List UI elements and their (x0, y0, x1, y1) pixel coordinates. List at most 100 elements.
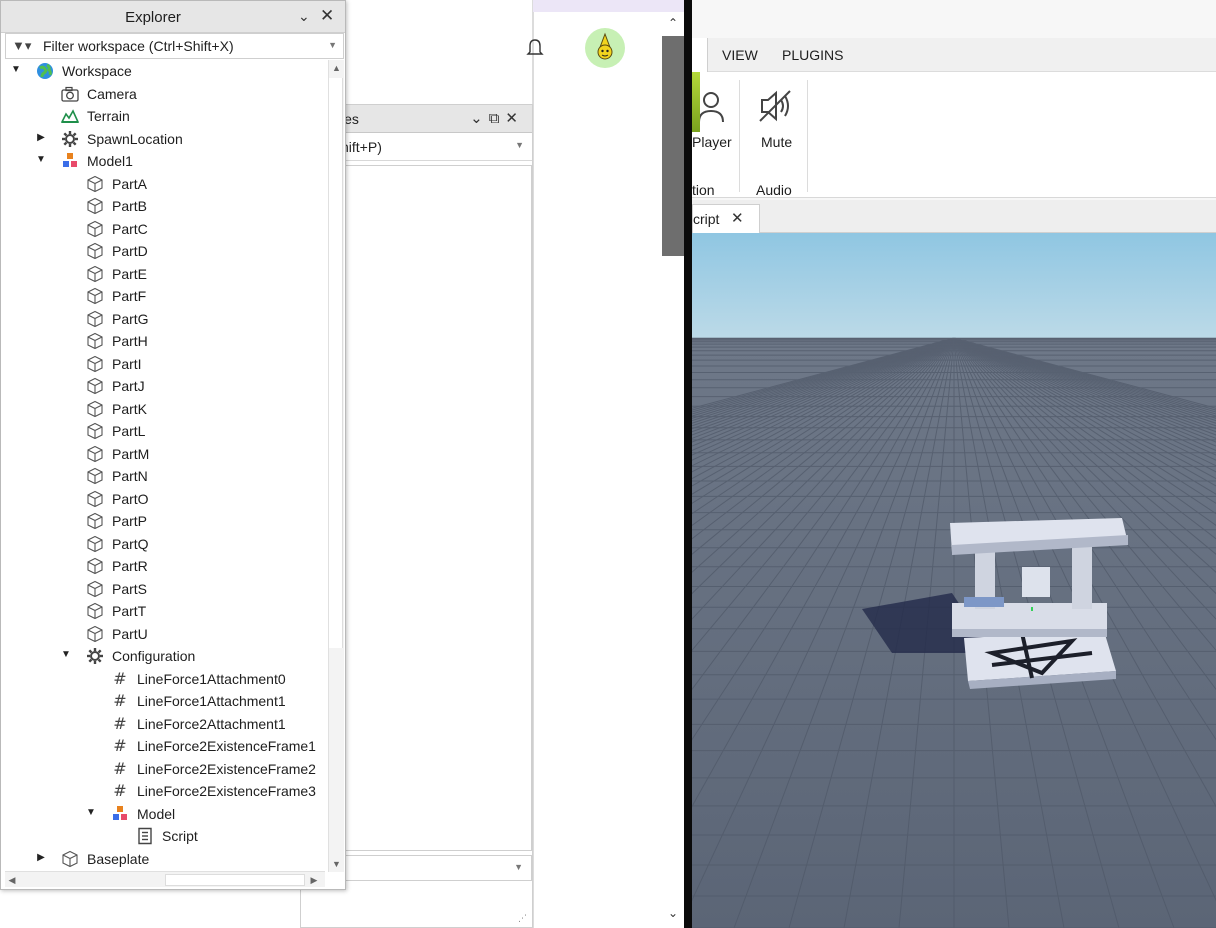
explorer-panel: Explorer ⌄ ✕ ▼▾ Filter workspace (Ctrl+S… (0, 0, 346, 890)
filter-icon[interactable]: ▼▾ (12, 38, 31, 54)
explorer-horizontal-scrollbar[interactable]: ◀ ▶ (5, 871, 325, 887)
avatar[interactable] (585, 28, 625, 68)
part-icon (86, 175, 104, 193)
tree-item[interactable]: # LineForce2ExistenceFrame3 (1, 780, 328, 802)
scroll-down-icon[interactable]: ▼ (329, 856, 344, 872)
chevron-down-icon[interactable]: ⌄ (298, 8, 310, 25)
bell-icon[interactable] (525, 37, 545, 59)
tree-item[interactable]: # LineForce2Attachment1 (1, 713, 328, 735)
tree-item-label: Camera (87, 85, 137, 102)
tree-item[interactable]: # LineForce1Attachment1 (1, 690, 328, 712)
tree-item[interactable]: PartN (1, 465, 328, 487)
model-lower-bar-edge (952, 629, 1107, 637)
scrollbar-thumb[interactable] (329, 78, 343, 648)
explorer-vertical-scrollbar[interactable]: ▲ ▼ (328, 60, 344, 872)
tree-item-label: Script (162, 828, 198, 844)
tree-item[interactable]: PartM (1, 443, 328, 465)
tree-item-label: Model1 (87, 153, 133, 169)
chevron-down-icon[interactable]: ⌄ (666, 906, 680, 920)
undock-icon[interactable]: ⧉ (489, 110, 506, 127)
tree-item[interactable]: Terrain (1, 105, 328, 127)
tree-item[interactable]: PartG (1, 308, 328, 330)
part-icon (86, 422, 104, 440)
properties-filter-text: hift+P) (341, 139, 382, 155)
tree-item[interactable]: PartH (1, 330, 328, 352)
tree-item-label: PartK (112, 400, 148, 417)
close-icon[interactable]: ✕ (320, 6, 334, 26)
close-icon[interactable]: ✕ (505, 110, 524, 127)
hash-icon: # (113, 691, 127, 710)
tab-selected-fragment[interactable] (692, 38, 708, 72)
hash-icon: # (113, 781, 127, 800)
scroll-up-icon[interactable]: ▲ (329, 60, 344, 76)
explorer-filter-input[interactable]: ▼▾ Filter workspace (Ctrl+Shift+X) ▼ (5, 33, 344, 59)
tree-item[interactable]: ▶ Baseplate (1, 848, 328, 870)
browser-scrollbar-thumb[interactable] (662, 36, 684, 256)
tree-item-label: Baseplate (87, 850, 150, 867)
part-icon (86, 220, 104, 238)
tree-item[interactable]: Camera (1, 83, 328, 105)
explorer-title: Explorer (125, 9, 181, 26)
mute-button-label[interactable]: Mute (761, 134, 792, 150)
scrollbar-thumb[interactable] (165, 874, 305, 886)
expand-arrow-icon[interactable]: ▼ (60, 648, 72, 662)
player-icon[interactable] (696, 90, 726, 124)
tab-plugins[interactable]: PLUGINS (782, 47, 843, 63)
resize-grip-icon[interactable]: ⋰ (518, 913, 528, 923)
tree-item[interactable]: ▼ Model (1, 803, 328, 825)
tree-item[interactable]: PartE (1, 263, 328, 285)
tree-item[interactable]: PartA (1, 173, 328, 195)
tree-item[interactable]: PartQ (1, 533, 328, 555)
tree-item[interactable]: # LineForce1Attachment0 (1, 668, 328, 690)
scroll-left-icon[interactable]: ◀ (5, 872, 19, 888)
ribbon-group-label: Audio (756, 182, 792, 198)
expand-arrow-icon[interactable]: ▼ (85, 806, 97, 820)
tree-item[interactable]: ▼ Model1 (1, 150, 328, 172)
tree-item[interactable]: PartJ (1, 375, 328, 397)
tree-item-label: PartG (112, 310, 149, 327)
model-icon (111, 805, 129, 823)
expand-arrow-icon[interactable]: ▼ (35, 153, 47, 167)
tree-item[interactable]: PartC (1, 218, 328, 240)
3d-viewport[interactable] (692, 233, 1216, 928)
collapse-arrow-icon[interactable]: ▶ (35, 851, 47, 865)
document-tab[interactable]: cript ✕ (692, 204, 760, 233)
tree-item[interactable]: PartF (1, 285, 328, 307)
tree-item[interactable]: PartK (1, 398, 328, 420)
collapse-arrow-icon[interactable]: ▶ (35, 131, 47, 145)
mute-icon[interactable] (756, 88, 796, 124)
tree-item[interactable]: Script (1, 825, 328, 847)
dropdown-arrow-icon[interactable]: ▼ (515, 140, 524, 150)
chevron-up-icon[interactable]: ⌃ (666, 16, 680, 30)
expand-arrow-icon[interactable]: ▼ (10, 63, 22, 77)
tree-item[interactable]: PartS (1, 578, 328, 600)
close-icon[interactable]: ✕ (731, 209, 744, 227)
dropdown-arrow-icon[interactable]: ▼ (514, 862, 523, 872)
tree-item[interactable]: PartI (1, 353, 328, 375)
part-icon (86, 490, 104, 508)
tree-item[interactable]: PartT (1, 600, 328, 622)
dropdown-arrow-icon[interactable]: ▼ (328, 40, 337, 50)
tree-item[interactable]: # LineForce2ExistenceFrame1 (1, 735, 328, 757)
tree-item[interactable]: PartD (1, 240, 328, 262)
tree-item[interactable]: PartB (1, 195, 328, 217)
terrain-icon (60, 107, 80, 125)
tree-item[interactable]: PartP (1, 510, 328, 532)
tree-item-label: LineForce2ExistenceFrame2 (137, 760, 316, 777)
tree-item[interactable]: PartL (1, 420, 328, 442)
tree-item[interactable]: PartO (1, 488, 328, 510)
tree-item[interactable]: # LineForce2ExistenceFrame2 (1, 758, 328, 780)
tab-view[interactable]: VIEW (722, 47, 758, 63)
tree-item-label: SpawnLocation (87, 130, 183, 147)
tree-item[interactable]: PartR (1, 555, 328, 577)
chevron-down-icon[interactable]: ⌄ (470, 110, 489, 127)
scroll-right-icon[interactable]: ▶ (307, 872, 321, 888)
tree-item[interactable]: PartU (1, 623, 328, 645)
tree-item[interactable]: ▶ SpawnLocation (1, 128, 328, 150)
model-small-plate (964, 597, 1004, 607)
globe-icon (36, 62, 54, 80)
tree-item[interactable]: ▼ Configuration (1, 645, 328, 667)
player-button-label[interactable]: Player (692, 134, 732, 150)
tree-item[interactable]: ▼ Workspace (1, 60, 328, 82)
tree-item-label: PartP (112, 513, 148, 529)
